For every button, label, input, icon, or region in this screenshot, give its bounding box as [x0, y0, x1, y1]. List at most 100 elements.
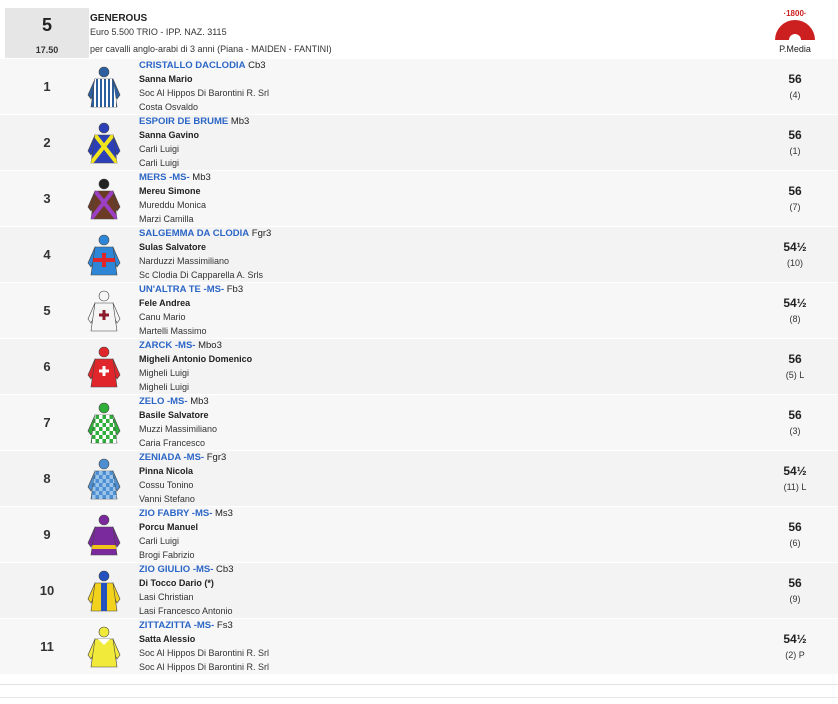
runner-draw: (1) — [789, 146, 801, 156]
jockey-name: Di Tocco Dario (*) — [139, 578, 214, 588]
jockey-silk-icon — [86, 513, 122, 557]
horse-name-link[interactable]: ZITTAZITTA -MS- — [139, 620, 214, 631]
trainer-name: Carli Luigi — [139, 536, 180, 546]
trainer-name: Cossu Tonino — [139, 480, 194, 490]
horse-entry: ZIO FABRY -MS- Ms3 — [139, 508, 233, 519]
jockey-silk-icon — [86, 569, 122, 613]
runner-number: 2 — [43, 135, 51, 150]
runner-draw: (5) L — [785, 370, 805, 380]
jockey-silk-icon — [86, 401, 122, 445]
horse-entry: ESPOIR DE BRUME Mb3 — [139, 116, 249, 127]
horse-name-link[interactable]: ZARCK -MS- — [139, 340, 195, 351]
horse-class: Mb3 — [228, 116, 250, 127]
horse-entry: ZITTAZITTA -MS- Fs3 — [139, 620, 233, 631]
owner-name: Lasi Francesco Antonio — [139, 606, 233, 616]
horse-class: Ms3 — [212, 508, 233, 519]
horse-name-link[interactable]: ESPOIR DE BRUME — [139, 116, 228, 127]
jockey-name: Fele Andrea — [139, 298, 191, 308]
jockey-name: Porcu Manuel — [139, 522, 199, 532]
runner-draw: (10) — [786, 258, 803, 268]
runner-draw: (7) — [789, 202, 801, 212]
horse-name-link[interactable]: CRISTALLO DACLODIA — [139, 60, 245, 71]
race-header: 5 17.50 GENEROUS Euro 5.500 TRIO - IPP. … — [0, 0, 838, 58]
runner-row[interactable]: 1 CRISTALLO DACLODIA Cb3 Sanna Mario Soc Al… — [0, 58, 838, 114]
footer-divider — [0, 684, 838, 685]
horse-name-link[interactable]: ZELO -MS- — [139, 396, 188, 407]
horse-name-link[interactable]: ZENIADA -MS- — [139, 452, 204, 463]
jockey-silk-icon — [86, 177, 122, 221]
jockey-name: Sanna Mario — [139, 74, 193, 84]
runner-weight: 54½ — [783, 632, 807, 646]
owner-name: Soc Al Hippos Di Barontini R. Srl — [139, 662, 270, 672]
trainer-name: Migheli Luigi — [139, 368, 190, 378]
jockey-name: Sanna Gavino — [139, 130, 200, 140]
race-time: 17.50 — [35, 45, 59, 55]
runner-row[interactable]: 9 ZIO FABRY -MS- Ms3 Porcu Manuel Carli Lui… — [0, 506, 838, 562]
owner-name: Brogi Fabrizio — [139, 550, 195, 560]
horse-entry: UN'ALTRA TE -MS- Fb3 — [139, 284, 243, 295]
horse-entry: ZARCK -MS- Mbo3 — [139, 340, 222, 351]
runner-draw: (8) — [789, 314, 801, 324]
runner-row[interactable]: 3 MERS -MS- Mb3 Mereu Simone Mureddu Monica… — [0, 170, 838, 226]
runner-weight: 54½ — [783, 464, 807, 478]
runner-number: 1 — [43, 79, 51, 94]
runner-number: 10 — [39, 583, 55, 598]
runner-weight: 56 — [788, 520, 802, 534]
runner-number: 6 — [43, 359, 51, 374]
footer-divider-2 — [0, 697, 838, 698]
horse-name-link[interactable]: ZIO GIULIO -MS- — [139, 564, 213, 575]
horse-name-link[interactable]: SALGEMMA DA CLODIA — [139, 228, 249, 239]
horse-class: Fs3 — [214, 620, 233, 631]
runner-number: 8 — [43, 471, 51, 486]
horse-entry: ZIO GIULIO -MS- Cb3 — [139, 564, 234, 575]
runner-draw: (9) — [789, 594, 801, 604]
horse-name-link[interactable]: ZIO FABRY -MS- — [139, 508, 212, 519]
runner-number: 3 — [43, 191, 51, 206]
race-conditions: per cavalli anglo-arabi di 3 anni (Piana… — [90, 44, 332, 54]
trainer-name: Soc Al Hippos Di Barontini R. Srl — [139, 648, 270, 658]
jockey-silk-icon — [86, 65, 122, 109]
race-prize: Euro 5.500 TRIO - IPP. NAZ. 3115 — [90, 27, 227, 37]
horse-class: Fgr3 — [249, 228, 272, 239]
owner-name: Costa Osvaldo — [139, 102, 199, 112]
horse-class: Mb3 — [189, 172, 211, 183]
runner-number: 5 — [43, 303, 51, 318]
trainer-name: Carli Luigi — [139, 144, 180, 154]
trainer-name: Muzzi Massimiliano — [139, 424, 218, 434]
runner-weight: 56 — [788, 72, 802, 86]
horse-name-link[interactable]: MERS -MS- — [139, 172, 190, 183]
runner-number: 11 — [40, 639, 54, 654]
jockey-name: Migheli Antonio Domenico — [139, 354, 253, 364]
owner-name: Vanni Stefano — [139, 494, 195, 504]
runner-row[interactable]: 5 UN'ALTRA TE -MS- Fb3 Fele Andrea Canu Mar… — [0, 282, 838, 338]
jockey-silk-icon — [86, 289, 122, 333]
runner-weight: 54½ — [783, 240, 807, 254]
runners-list: 1 CRISTALLO DACLODIA Cb3 Sanna Mario Soc Al… — [0, 58, 838, 674]
horse-name-link[interactable]: UN'ALTRA TE -MS- — [139, 284, 224, 295]
runner-weight: 56 — [788, 576, 802, 590]
race-number-box: 5 17.50 — [5, 8, 89, 58]
runner-weight: 54½ — [783, 296, 807, 310]
runner-draw: (11) L — [783, 482, 807, 492]
trainer-name: Soc Al Hippos Di Barontini R. Srl — [139, 88, 270, 98]
runner-row[interactable]: 7 ZELO -MS- Mb3 Basile Salvatore Muzzi Mass… — [0, 394, 838, 450]
owner-name: Caria Francesco — [139, 438, 206, 448]
runner-number: 9 — [43, 527, 51, 542]
pmedia-label: P.Media — [779, 44, 811, 54]
runner-draw: (3) — [789, 426, 801, 436]
jockey-silk-icon — [86, 121, 122, 165]
trainer-name: Lasi Christian — [139, 592, 194, 602]
runner-row[interactable]: 4 SALGEMMA DA CLODIA Fgr3 Sulas Salvatore N… — [0, 226, 838, 282]
race-number: 5 — [41, 15, 52, 35]
runner-weight: 56 — [788, 408, 802, 422]
trainer-name: Mureddu Monica — [139, 200, 207, 210]
horse-class: Cb3 — [245, 60, 266, 71]
runner-row[interactable]: 8 ZENIADA -MS- Fgr3 Pinna Nicola Cossu Toni… — [0, 450, 838, 506]
runner-draw: (2) P — [785, 650, 805, 660]
runner-row[interactable]: 10 ZIO GIULIO -MS- Cb3 Di Tocco Dario (*) L… — [0, 562, 838, 618]
runner-row[interactable]: 6 ZARCK -MS- Mbo3 Migheli Antonio Domenico… — [0, 338, 838, 394]
runner-row[interactable]: 2 ESPOIR DE BRUME Mb3 Sanna Gavino Carli Lu… — [0, 114, 838, 170]
jockey-name: Sulas Salvatore — [139, 242, 207, 252]
trainer-name: Canu Mario — [139, 312, 186, 322]
runner-row[interactable]: 11 ZITTAZITTA -MS- Fs3 Satta Alessio Soc Al… — [0, 618, 838, 674]
